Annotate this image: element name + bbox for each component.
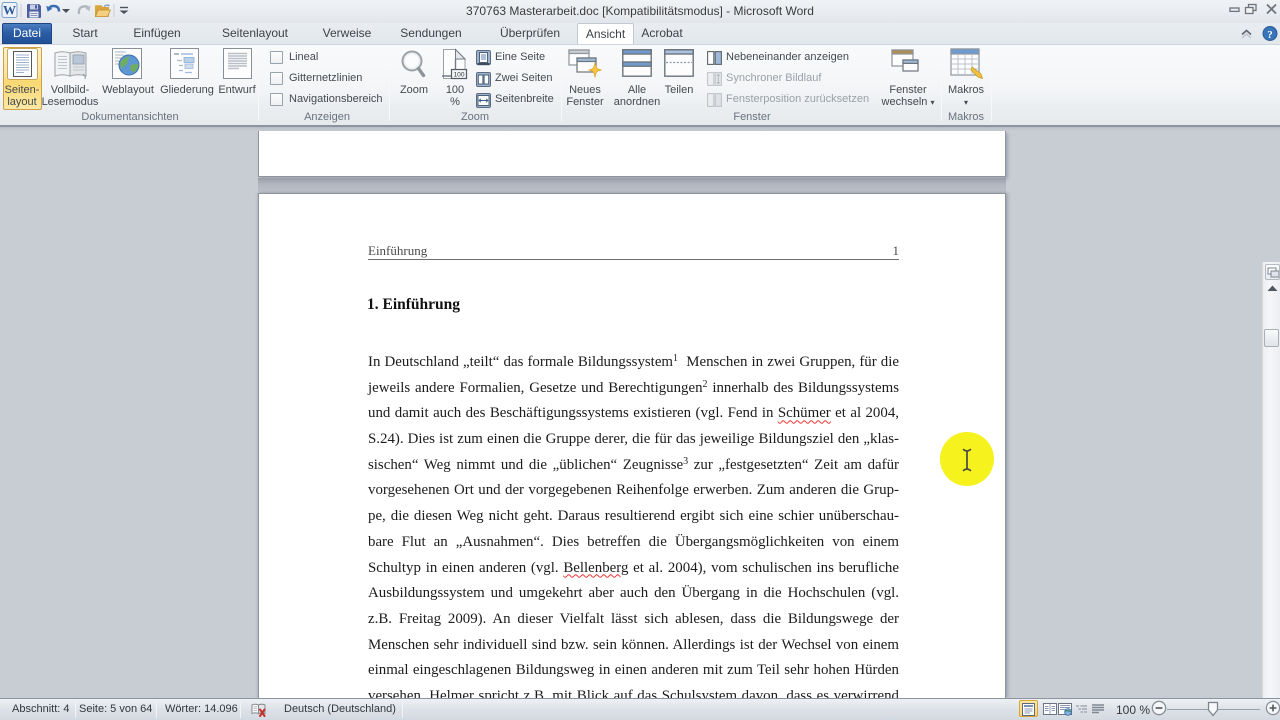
svg-text:100: 100 [453, 72, 464, 79]
svg-text:W: W [3, 3, 16, 18]
svg-text:?: ? [1267, 29, 1273, 41]
